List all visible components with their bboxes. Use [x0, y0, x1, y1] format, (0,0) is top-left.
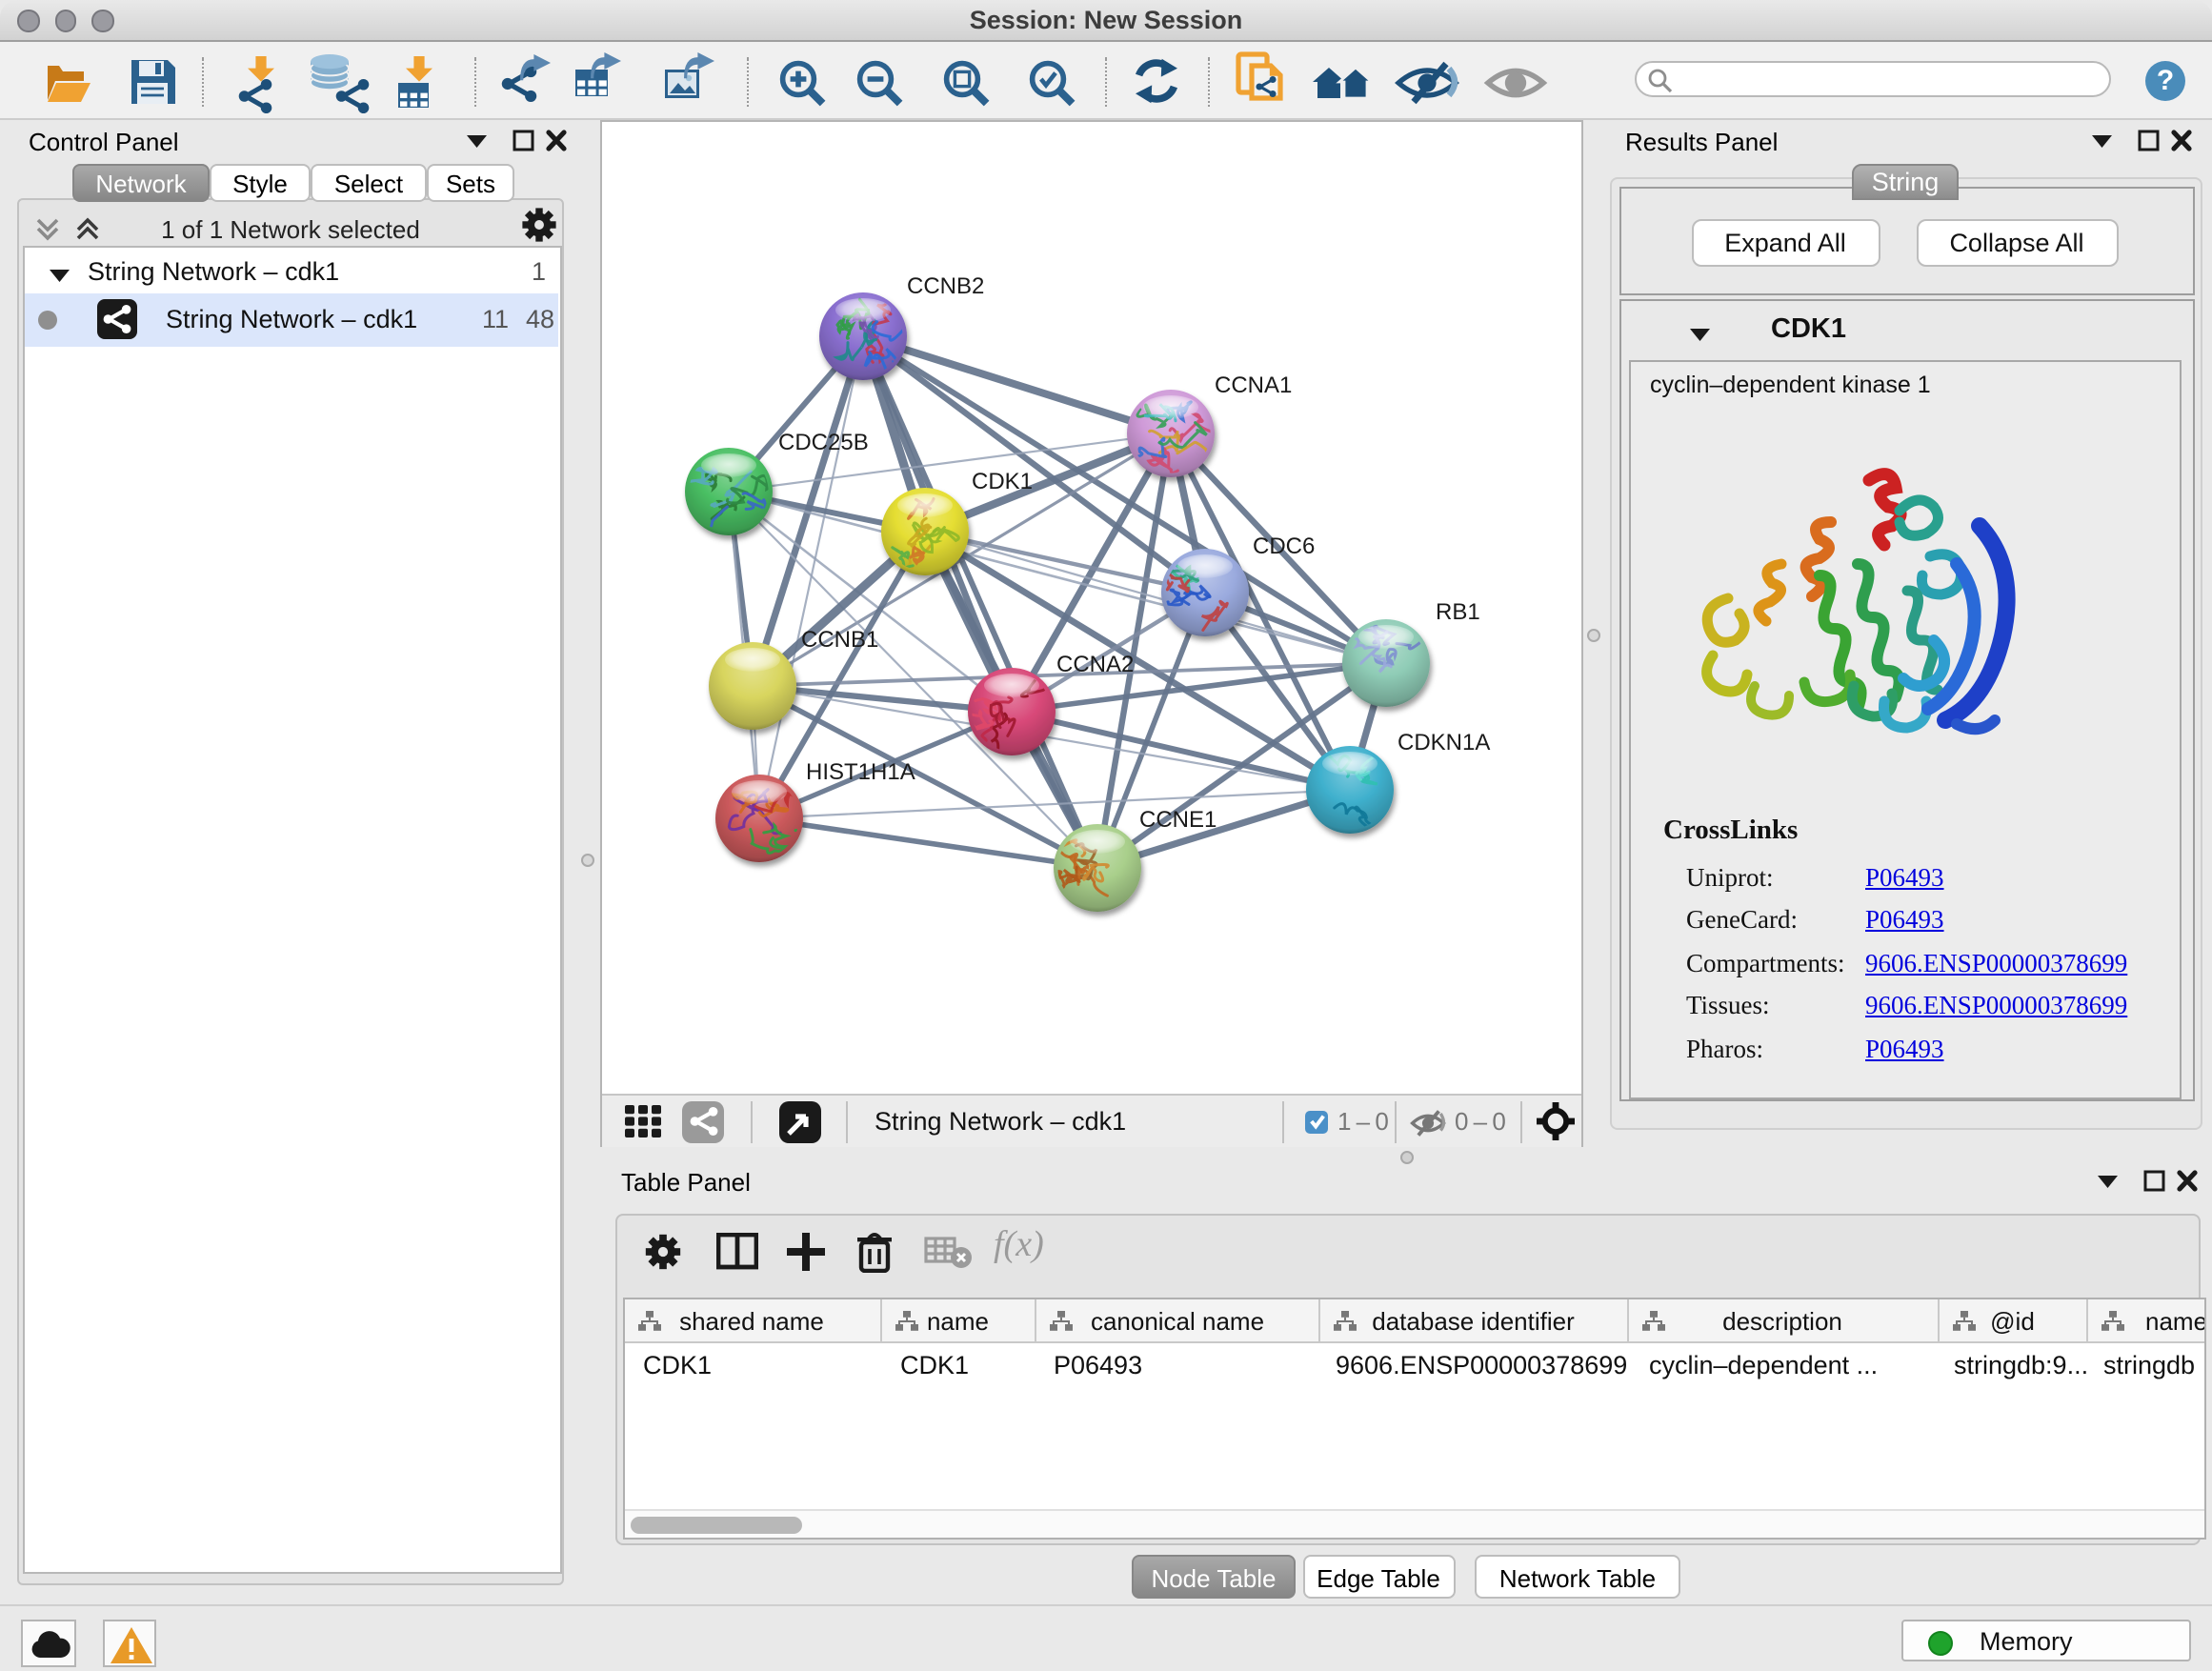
svg-text:CDKN1A: CDKN1A — [1398, 730, 1490, 755]
svg-text:CCNE1: CCNE1 — [1139, 807, 1217, 833]
svg-text:RB1: RB1 — [1436, 599, 1480, 625]
svg-text:CDC6: CDC6 — [1253, 534, 1315, 559]
svg-text:CCNA1: CCNA1 — [1215, 372, 1292, 398]
svg-text:CDC25B: CDC25B — [778, 430, 869, 455]
svg-text:CCNA2: CCNA2 — [1056, 652, 1134, 677]
svg-text:CDK1: CDK1 — [972, 469, 1033, 494]
svg-text:CCNB2: CCNB2 — [907, 273, 984, 299]
svg-text:CCNB1: CCNB1 — [801, 627, 878, 653]
svg-text:HIST1H1A: HIST1H1A — [806, 759, 915, 785]
